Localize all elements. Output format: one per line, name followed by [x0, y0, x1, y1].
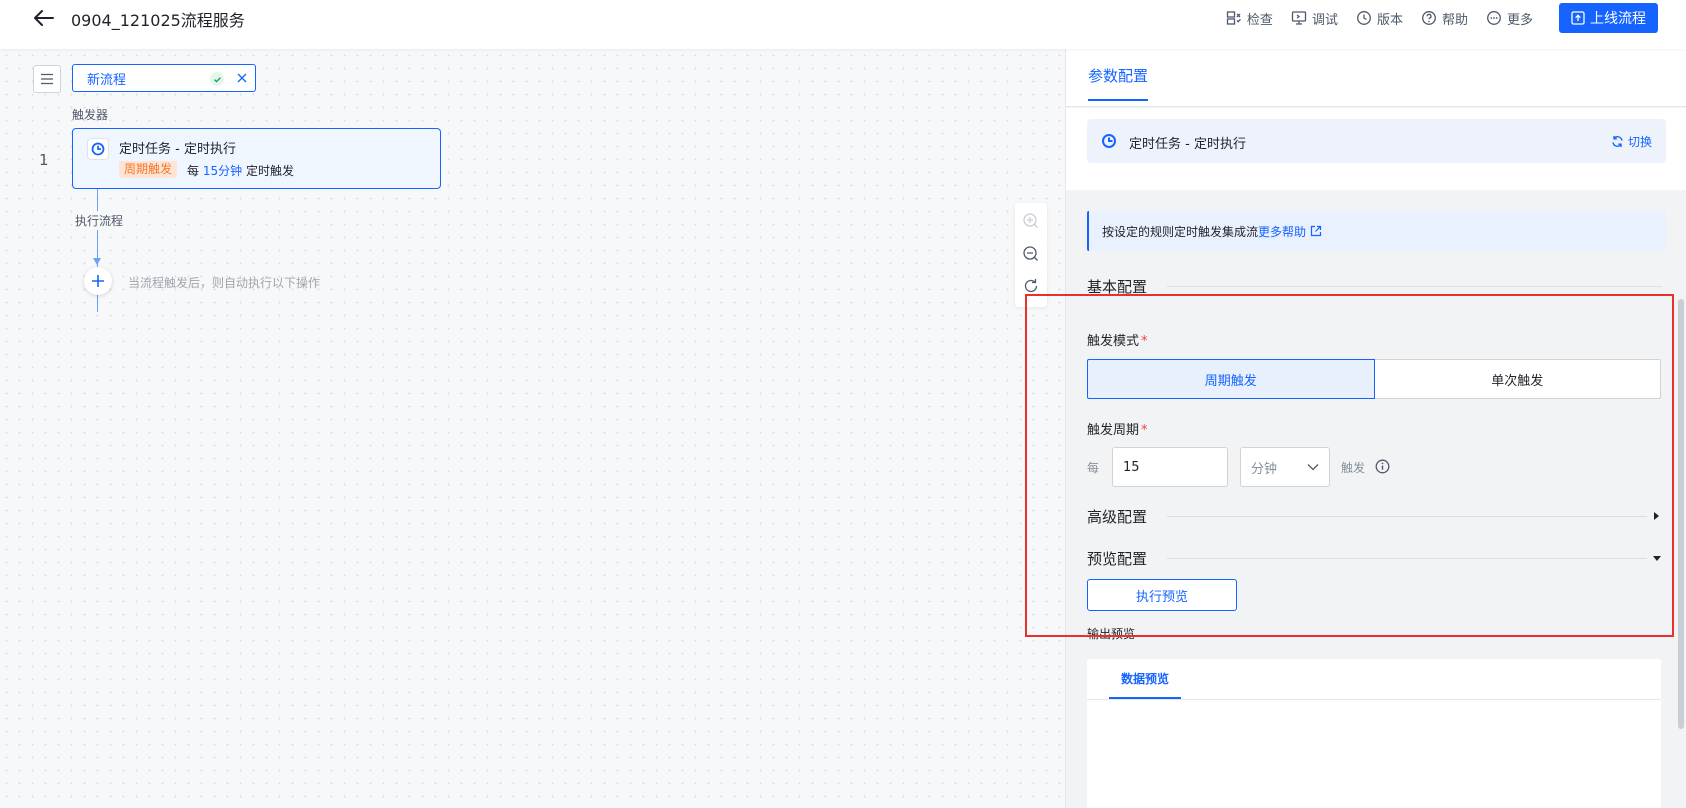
flow-name-editor: [72, 64, 256, 92]
more-label: 更多: [1506, 12, 1533, 28]
trigger-chip: 定时任务 - 定时执行 切换: [1087, 119, 1666, 163]
help-label: 帮助: [1441, 12, 1468, 28]
required-asterisk: *: [1141, 334, 1148, 349]
trigger-chip-title: 定时任务 - 定时执行: [1129, 137, 1246, 152]
trigger-mode-label: 触发模式 *: [1087, 330, 1148, 349]
required-asterisk: *: [1141, 423, 1148, 438]
debug-label: 调试: [1311, 12, 1338, 28]
trigger-suffix-label: 触发: [1341, 461, 1366, 475]
trigger-node-card[interactable]: 定时任务 - 定时执行 周期触发 每 15分钟 定时触发: [72, 128, 441, 189]
confirm-check-icon[interactable]: [210, 72, 224, 86]
panel-tab-bar: 参数配置: [1066, 49, 1686, 107]
tab-data-preview[interactable]: 数据预览: [1109, 659, 1182, 699]
inspect-icon: [1226, 11, 1241, 25]
panel-scrollbar[interactable]: [1678, 299, 1684, 729]
section-divider: [1167, 558, 1647, 559]
cancel-close-icon[interactable]: [235, 71, 249, 85]
more-help-label: 更多帮助: [1258, 224, 1307, 239]
reset-view-icon[interactable]: [1022, 277, 1040, 295]
app-title: 0904_121025流程服务: [71, 11, 245, 30]
periodic-trigger-tag: 周期触发: [119, 161, 178, 178]
switch-label: 切换: [1627, 135, 1652, 149]
collapse-caret-icon[interactable]: [1653, 556, 1661, 561]
publish-flow-label: 上线流程: [1590, 11, 1646, 27]
trigger-node-title: 定时任务 - 定时执行: [119, 142, 236, 157]
tab-param-config[interactable]: 参数配置: [1088, 65, 1149, 101]
external-link-icon: [1310, 225, 1322, 237]
version-button[interactable]: 版本: [1356, 4, 1403, 32]
periodic-trigger-option[interactable]: 周期触发: [1087, 359, 1375, 399]
flow-arrow-head: [93, 258, 101, 265]
more-help-link[interactable]: 更多帮助: [1258, 223, 1322, 240]
version-label: 版本: [1376, 12, 1403, 28]
output-preview-label: 输出预览: [1087, 627, 1136, 641]
help-icon: [1422, 11, 1436, 25]
every-label: 每: [1087, 461, 1100, 475]
toolbar: 检查 调试 版本 帮助 更多 上线流程: [1208, 3, 1658, 33]
top-header: 0904_121025流程服务 检查 调试 版本 帮助 更多 上线流程: [0, 0, 1686, 49]
chevron-down-icon: [1307, 464, 1319, 471]
cycle-unit-value: 分钟: [1251, 461, 1278, 477]
timer-task-icon: [87, 138, 109, 160]
flow-canvas[interactable]: 触发器 1 定时任务 - 定时执行 周期触发 每 15分钟 定时触发 执行流程 …: [0, 49, 1065, 808]
upload-icon: [1571, 11, 1585, 25]
section-divider: [1167, 286, 1662, 287]
inspect-label: 检查: [1246, 12, 1273, 28]
plus-icon: [92, 275, 104, 287]
publish-flow-button[interactable]: 上线流程: [1559, 3, 1658, 33]
trigger-summary-bar: 定时任务 - 定时执行 切换: [1066, 108, 1686, 190]
info-text: 按设定的规则定时触发集成流: [1102, 224, 1259, 239]
back-arrow-icon[interactable]: [30, 6, 58, 30]
switch-trigger-button[interactable]: 切换: [1611, 133, 1652, 150]
info-circle-icon[interactable]: [1375, 459, 1390, 474]
desc-suffix: 定时触发: [245, 164, 294, 178]
debug-icon: [1291, 11, 1307, 25]
single-trigger-option[interactable]: 单次触发: [1374, 359, 1661, 399]
desc-interval: 15分钟: [202, 164, 243, 178]
timer-task-icon: [1102, 134, 1116, 148]
help-button[interactable]: 帮助: [1421, 4, 1468, 32]
cycle-unit-select[interactable]: 分钟: [1240, 447, 1330, 487]
basic-config-title: 基本配置: [1087, 278, 1148, 296]
flow-name-input[interactable]: [87, 70, 207, 86]
desc-prefix: 每: [187, 164, 200, 178]
info-banner: 按设定的规则定时触发集成流 更多帮助: [1087, 211, 1666, 251]
section-divider: [1167, 516, 1647, 517]
debug-button[interactable]: 调试: [1291, 4, 1338, 32]
menu-toggle-button[interactable]: [33, 65, 61, 93]
more-button[interactable]: 更多: [1486, 4, 1533, 32]
add-step-hint: 当流程触发后，则自动执行以下操作: [128, 276, 321, 290]
inspect-button[interactable]: 检查: [1226, 4, 1273, 32]
cycle-value-input[interactable]: [1112, 447, 1228, 487]
more-icon: [1487, 11, 1501, 25]
zoom-out-icon[interactable]: [1022, 245, 1040, 263]
step-number: 1: [39, 151, 49, 169]
menu-icon: [41, 73, 53, 85]
trigger-node-description: 每 15分钟 定时触发: [187, 162, 294, 179]
zoom-controls: [1015, 203, 1047, 307]
expand-caret-icon[interactable]: [1654, 512, 1659, 520]
preview-config-title[interactable]: 预览配置: [1087, 548, 1147, 569]
trigger-section-label: 触发器: [72, 108, 109, 122]
zoom-in-icon[interactable]: [1022, 212, 1040, 230]
trigger-cycle-label: 触发周期 *: [1087, 419, 1148, 438]
run-preview-button[interactable]: 执行预览: [1087, 579, 1237, 611]
add-step-button[interactable]: [84, 267, 112, 295]
trigger-mode-segmented: 周期触发 单次触发: [1087, 359, 1661, 399]
trigger-mode-label-text: 触发模式: [1087, 334, 1140, 349]
config-panel: 参数配置 定时任务 - 定时执行 切换 按设定的规则定时触发集成流 更多帮助 基…: [1065, 49, 1686, 808]
switch-icon: [1612, 136, 1623, 147]
version-icon: [1357, 11, 1371, 25]
output-preview-card: 数据预览: [1087, 659, 1661, 808]
advanced-config-title[interactable]: 高级配置: [1087, 506, 1147, 527]
trigger-cycle-label-text: 触发周期: [1087, 423, 1140, 438]
exec-flow-label: 执行流程: [74, 211, 125, 230]
preview-divider: [1087, 699, 1661, 700]
